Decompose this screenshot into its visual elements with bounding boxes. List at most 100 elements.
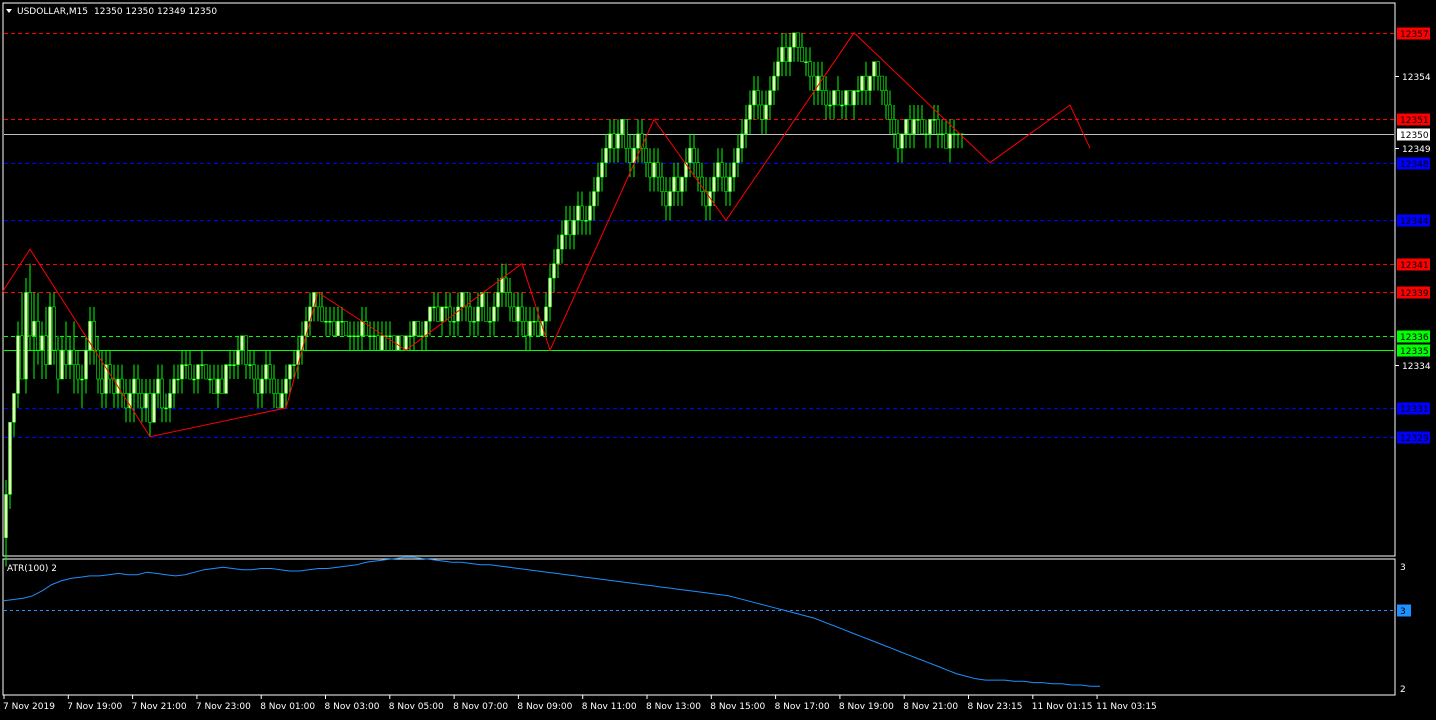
candle: [860, 75, 864, 105]
candle: [40, 321, 44, 380]
candle-body: [876, 61, 880, 77]
candle: [328, 306, 332, 336]
level-tag-label: 12350: [1400, 131, 1429, 141]
candle: [36, 292, 40, 365]
candle-body: [664, 191, 668, 207]
candle: [584, 205, 588, 235]
candle-body: [452, 321, 456, 323]
candle-body: [132, 378, 136, 394]
candle-body: [16, 335, 20, 394]
candle-body: [608, 133, 612, 149]
candle-body: [512, 306, 516, 322]
candle-body: [212, 378, 216, 394]
candle: [84, 335, 88, 394]
candle: [364, 306, 368, 337]
candle: [700, 162, 704, 206]
candle-body: [136, 378, 140, 394]
candle: [568, 205, 572, 250]
candle-body: [456, 306, 460, 322]
candle: [396, 335, 400, 351]
candle: [452, 306, 456, 336]
candle-body: [544, 306, 548, 322]
candle: [224, 364, 228, 394]
candle-body: [748, 104, 752, 120]
x-tick-label: 8 Nov 19:00: [839, 702, 894, 712]
candle-body: [536, 321, 540, 337]
candle: [512, 292, 516, 322]
candle-body: [424, 321, 428, 337]
candle-body: [40, 335, 44, 351]
candle: [300, 321, 304, 365]
candle-body: [584, 220, 588, 222]
candle-body: [912, 119, 916, 135]
candle-body: [280, 393, 284, 409]
candle: [944, 119, 948, 149]
candle: [176, 364, 180, 394]
candle-body: [900, 133, 904, 149]
level-tag-label: 12331: [1400, 405, 1429, 415]
candle-body: [352, 335, 356, 338]
candle-body: [476, 306, 480, 322]
candle: [420, 321, 424, 351]
candle-body: [920, 119, 924, 135]
candle-body: [532, 321, 536, 323]
candle-body: [852, 90, 856, 106]
candle-body: [644, 147, 648, 163]
candle-body: [636, 133, 640, 149]
candle: [144, 379, 148, 423]
candle: [340, 306, 344, 336]
candle: [68, 335, 72, 380]
candle-body: [428, 306, 432, 322]
x-tick-label: 8 Nov 07:00: [453, 702, 508, 712]
candle: [720, 148, 724, 192]
candle-body: [48, 306, 52, 365]
candle-body: [588, 205, 592, 221]
candle-body: [752, 90, 756, 106]
candle: [88, 306, 92, 365]
candle-body: [4, 494, 8, 538]
candle-body: [796, 32, 800, 48]
candle-body: [548, 277, 552, 308]
zigzag: [1, 32, 1091, 438]
candle-body: [908, 119, 912, 135]
candle: [412, 321, 416, 351]
candle: [692, 133, 696, 178]
candle: [324, 306, 328, 336]
candle-body: [764, 104, 768, 120]
candle-body: [432, 306, 436, 309]
symbol-dropdown-icon[interactable]: [6, 9, 12, 13]
candle-body: [604, 147, 608, 163]
candle: [56, 335, 60, 394]
symbol-label: USDOLLAR,M15: [17, 7, 88, 17]
x-tick-label: 8 Nov 05:00: [389, 702, 444, 712]
candle-body: [776, 61, 780, 77]
candle-body: [864, 75, 868, 91]
candle: [184, 350, 188, 380]
candle: [704, 177, 708, 221]
candle: [756, 76, 760, 120]
candle-body: [220, 378, 224, 394]
candle: [868, 75, 872, 105]
candle: [564, 205, 568, 250]
candle-body: [340, 321, 344, 323]
candle: [76, 350, 80, 394]
candle-body: [252, 364, 256, 380]
candle-body: [264, 364, 268, 380]
candle: [872, 61, 876, 91]
candle: [500, 263, 504, 307]
candle-body: [248, 364, 252, 366]
candle: [904, 119, 908, 149]
candle: [372, 321, 376, 351]
chart[interactable]: 12357 12351 12350 12348 12344 12341 12339 12336…: [0, 0, 1436, 717]
atr-level-label: 3: [1400, 607, 1406, 617]
candle-body: [792, 32, 796, 48]
candle-body: [724, 176, 728, 192]
candle-body: [788, 46, 792, 62]
x-tick-label: 11 Nov 03:15: [1096, 702, 1157, 712]
candle: [376, 321, 380, 351]
candle-body: [952, 133, 956, 136]
candle: [832, 90, 836, 120]
level-tag-label: 12357: [1400, 30, 1429, 40]
candle: [492, 292, 496, 336]
candle-body: [720, 162, 724, 178]
